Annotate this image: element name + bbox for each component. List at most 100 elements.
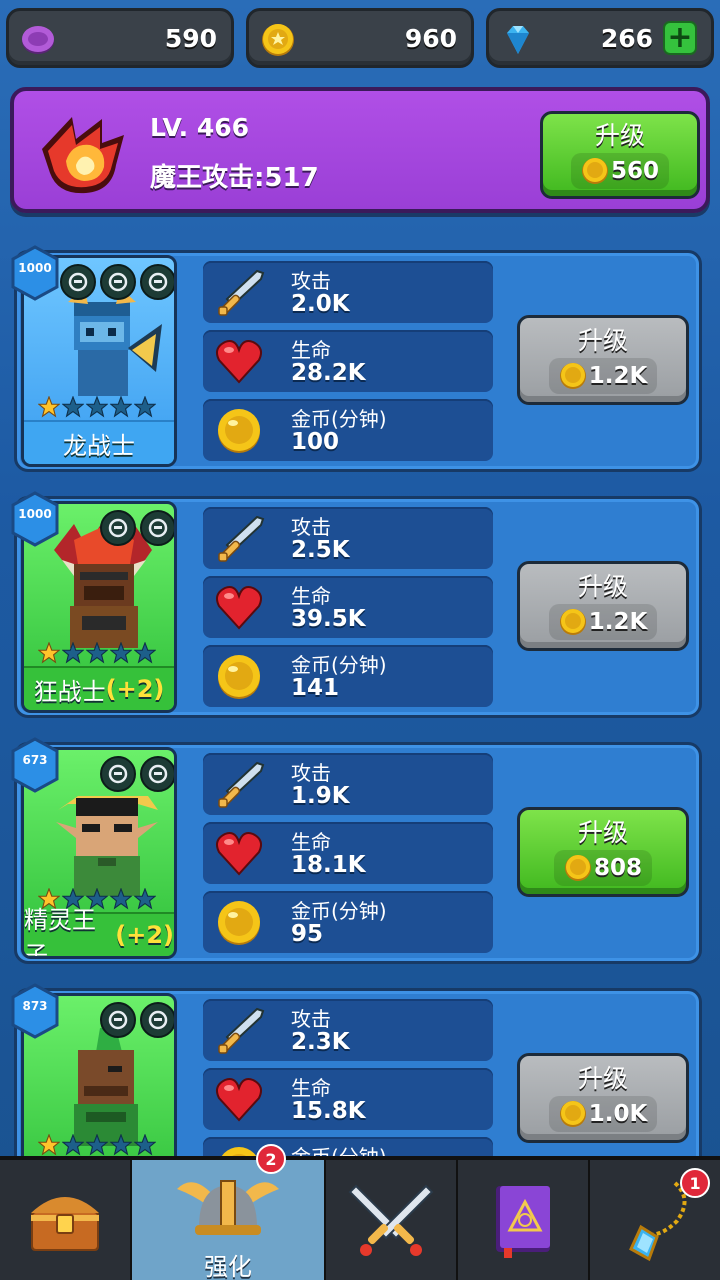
stat-health-label: 生命 xyxy=(291,338,331,362)
upgrade-label: 升级 xyxy=(577,818,628,847)
hero-upgrade-button[interactable]: 升级 1.2K xyxy=(517,561,689,651)
elf-face-icon xyxy=(108,764,128,784)
upgrade-label: 升级 xyxy=(577,572,628,601)
buy-gems-button[interactable]: + xyxy=(663,21,697,55)
stat-health-value: 28.2K xyxy=(291,360,366,386)
gem-counter[interactable]: 266 + xyxy=(486,8,714,68)
gold-coin-icon xyxy=(559,1101,586,1127)
hero-card: 精灵王子 (+2) 673 攻击 1.9K 生命 18.1K 金币(分钟) 95 升级 808 xyxy=(11,737,702,964)
purple-token-counter[interactable]: 590 xyxy=(6,8,234,68)
crossed-swords-icon xyxy=(348,1184,434,1256)
star-empty-icon xyxy=(86,396,108,418)
stat-health: 生命 39.5K xyxy=(203,576,493,638)
star-empty-icon xyxy=(110,396,132,418)
stat-attack-label: 攻击 xyxy=(291,515,331,539)
trait-badge[interactable] xyxy=(140,756,174,792)
heart-icon xyxy=(216,586,262,630)
hero-power: 1000 xyxy=(18,261,52,275)
star-empty-icon xyxy=(62,1134,84,1156)
stat-health-value: 39.5K xyxy=(291,606,366,632)
boss-panel: LV. 466 魔王攻击:517 升级 560 xyxy=(10,87,710,213)
hero-card: 狂战士 (+2) 1000 攻击 2.5K 生命 39.5K 金币(分钟) 141 升级 1.2K xyxy=(11,491,702,718)
stat-attack-label: 攻击 xyxy=(291,761,331,785)
star-empty-icon xyxy=(134,1134,156,1156)
hero-name: 狂战士 xyxy=(33,677,106,706)
stat-attack-label: 攻击 xyxy=(291,269,331,293)
dragon-icon xyxy=(148,272,168,292)
stat-health: 生命 28.2K xyxy=(203,330,493,392)
trait-badge[interactable] xyxy=(100,510,136,546)
trait-badge[interactable] xyxy=(140,1002,174,1038)
upgrade-cost: 1.0K xyxy=(548,1096,658,1132)
dragon-warrior-figure xyxy=(68,288,162,396)
stat-health-label: 生命 xyxy=(291,1076,331,1100)
gold-coin-icon xyxy=(581,158,608,184)
star-empty-icon xyxy=(134,396,156,418)
elf-prince-figure xyxy=(56,796,158,896)
nav-tab-spellbook[interactable] xyxy=(458,1160,591,1280)
boss-attack: 魔王攻击:517 xyxy=(150,163,319,193)
upgrade-cost-value: 560 xyxy=(610,158,659,184)
stat-health-label: 生命 xyxy=(291,584,331,608)
blue-gem-icon xyxy=(507,26,529,54)
gold-coin-icon xyxy=(564,855,591,881)
gem-value: 266 xyxy=(600,23,653,53)
trait-badge[interactable] xyxy=(100,264,136,300)
upgrade-cost: 1.2K xyxy=(548,358,658,394)
star-empty-icon xyxy=(86,1134,108,1156)
nav-tab-equipment[interactable]: 1 xyxy=(590,1160,720,1280)
purple-token-value: 590 xyxy=(164,23,217,53)
upgrade-cost: 1.2K xyxy=(548,604,658,640)
stat-attack: 攻击 2.5K xyxy=(203,507,493,569)
orc-face-icon xyxy=(108,1010,128,1030)
nav-tab-upgrade[interactable]: 2 强化 xyxy=(131,1144,327,1280)
star-empty-icon xyxy=(134,888,156,910)
nav-tab-battle[interactable] xyxy=(326,1160,459,1280)
stat-attack-value: 1.9K xyxy=(291,783,350,809)
hero-power: 873 xyxy=(22,999,48,1013)
stat-gold-label: 金币(分钟) xyxy=(291,899,387,923)
trait-badge[interactable] xyxy=(60,264,96,300)
spellbook-icon xyxy=(496,1186,551,1258)
bow-icon xyxy=(148,1010,168,1030)
stat-health-value: 18.1K xyxy=(291,852,366,878)
boss-upgrade-button[interactable]: 升级 560 xyxy=(540,111,700,199)
stat-health: 生命 18.1K xyxy=(203,822,493,884)
equipment-badge: 1 xyxy=(680,1168,711,1198)
plus-icon: + xyxy=(667,20,693,55)
stat-health: 生命 15.8K xyxy=(203,1068,493,1130)
knight-helmet-icon xyxy=(68,272,88,292)
upgrade-cost: 560 xyxy=(570,153,669,189)
star-empty-icon xyxy=(110,642,132,664)
hero-card: 龙战士 1000 攻击 2.0K 生命 28.2K 金币(分钟) 100 升级 1.2K xyxy=(11,245,702,472)
fire-claw-icon xyxy=(42,117,124,194)
trait-badge[interactable] xyxy=(140,264,174,300)
hero-upgrade-button[interactable]: 升级 808 xyxy=(517,807,689,897)
boss-level: LV. 466 xyxy=(150,113,249,142)
stat-gold-label: 金币(分钟) xyxy=(291,407,387,431)
sword-icon xyxy=(218,515,265,562)
hero-upgrade-button[interactable]: 升级 1.2K xyxy=(517,315,689,405)
trait-badge[interactable] xyxy=(100,756,136,792)
upgrade-badge: 2 xyxy=(255,1144,286,1174)
star-rating xyxy=(38,396,156,418)
sword-icon xyxy=(218,269,265,316)
trait-badge[interactable] xyxy=(140,510,174,546)
stat-gold-value: 100 xyxy=(291,429,340,455)
stat-attack: 攻击 2.3K xyxy=(203,999,493,1061)
stat-gold-value: 141 xyxy=(291,675,340,701)
gold-coin-counter[interactable]: 960 xyxy=(246,8,474,68)
gold-coin-icon xyxy=(559,609,586,635)
stat-attack: 攻击 1.9K xyxy=(203,753,493,815)
star-empty-icon xyxy=(86,642,108,664)
hero-bonus: (+2) xyxy=(105,675,165,703)
trait-badge[interactable] xyxy=(100,1002,136,1038)
stat-gold-value: 95 xyxy=(291,921,324,947)
gold-coin-icon xyxy=(262,24,294,56)
upgrade-label: 升级 xyxy=(577,1064,628,1093)
stat-health-label: 生命 xyxy=(291,830,331,854)
nav-tab-treasure[interactable] xyxy=(0,1160,132,1280)
hero-upgrade-button[interactable]: 升级 1.0K xyxy=(517,1053,689,1143)
gold-coin-icon xyxy=(218,655,260,699)
gold-coin-icon xyxy=(218,901,260,945)
